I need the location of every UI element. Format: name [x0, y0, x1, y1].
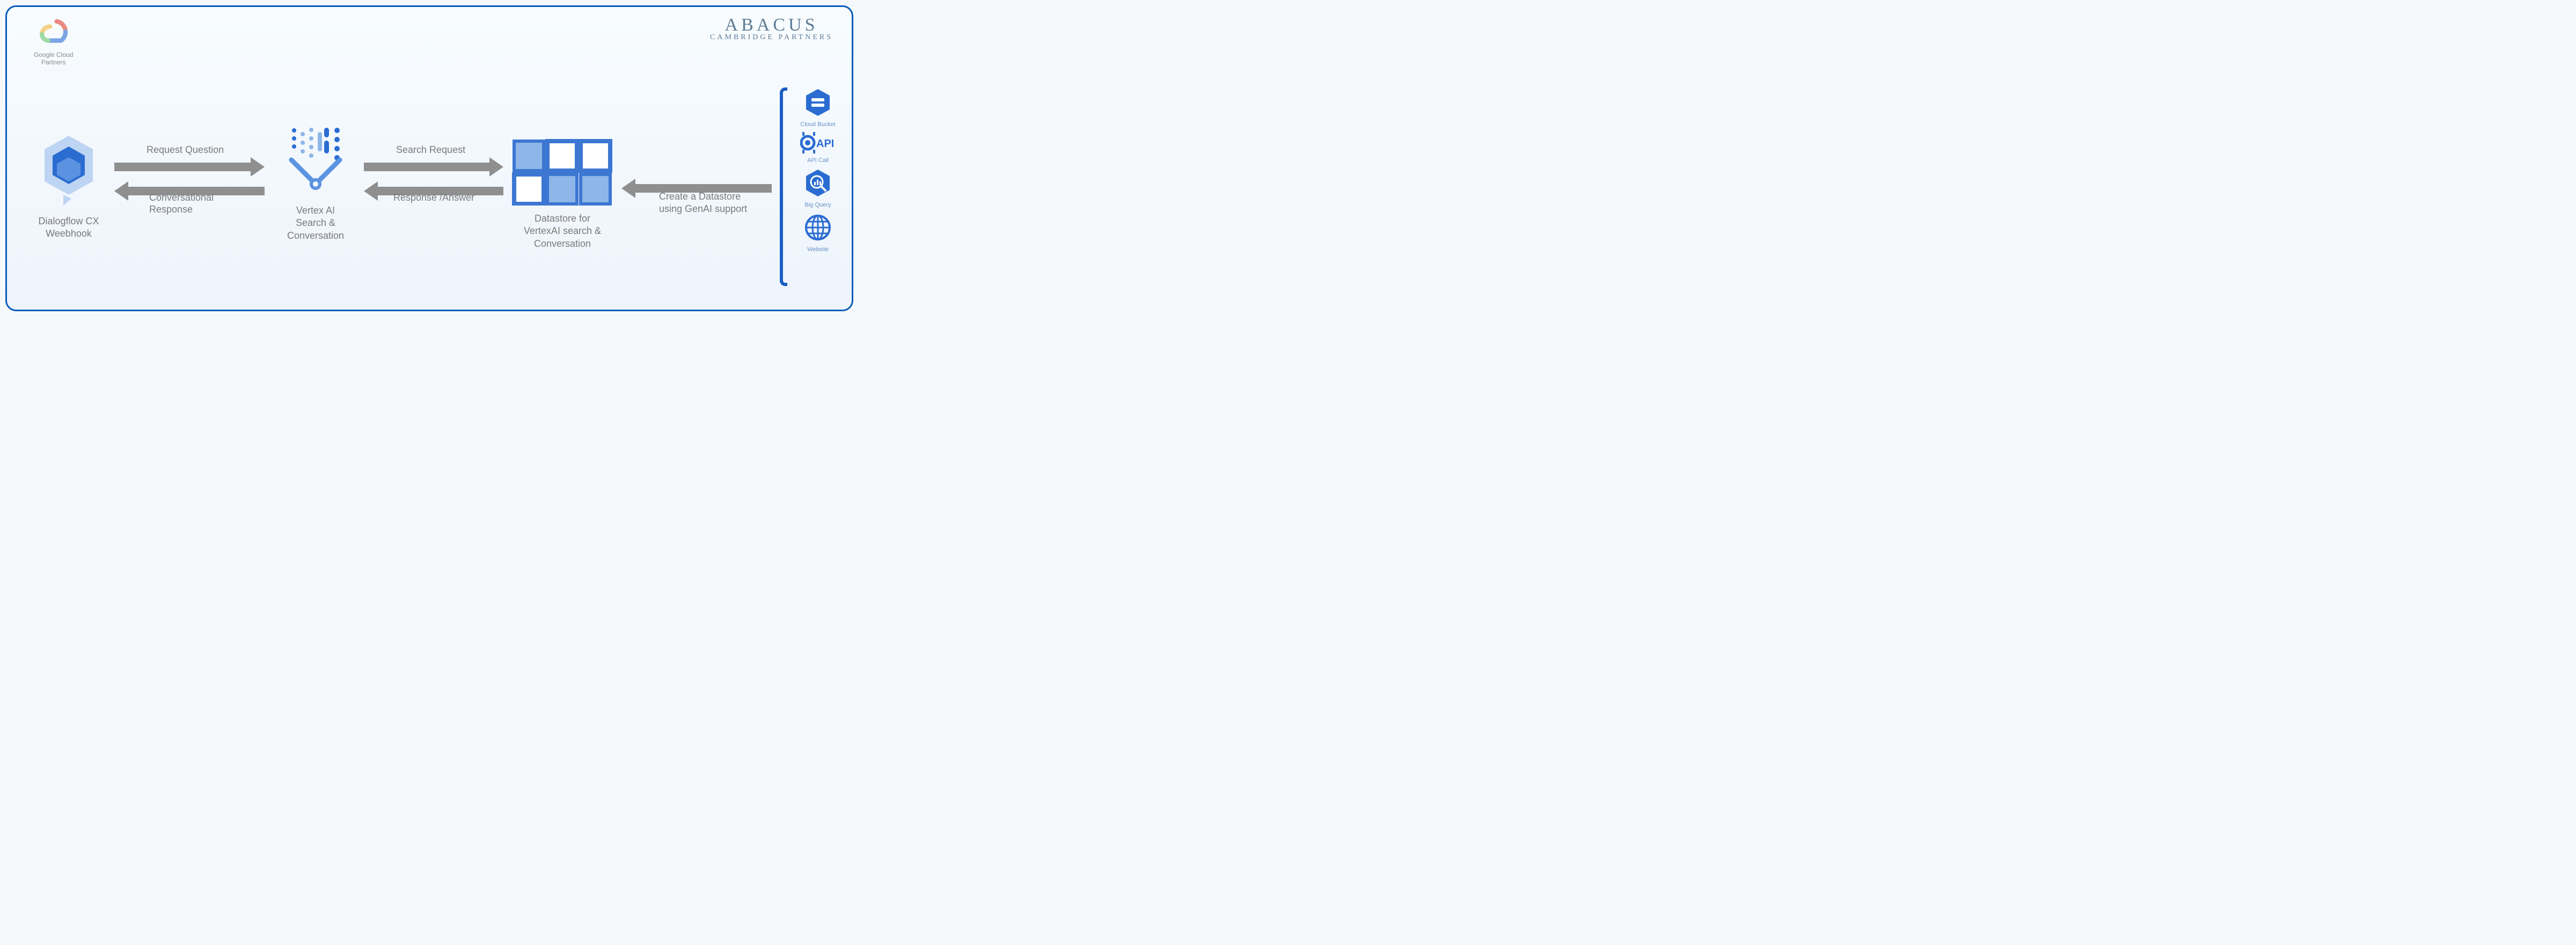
datastore-label: Datastore forVertexAI search &Conversati…	[509, 213, 616, 250]
abacus-sub-text: CAMBRIDGE PARTNERS	[710, 33, 833, 42]
cloud-bucket-label: Cloud Bucket	[800, 121, 835, 128]
vertex-ai-icon	[278, 122, 353, 197]
google-cloud-icon	[35, 18, 72, 47]
abacus-main-text: ABACUS	[710, 15, 833, 35]
source-cloud-bucket: Cloud Bucket	[800, 87, 835, 128]
node-datastore: Datastore forVertexAI search &Conversati…	[509, 138, 616, 250]
sources-bracket	[780, 87, 787, 286]
node-dialogflow: Dialogflow CXWeebhook	[26, 133, 112, 240]
sources-list: Cloud Bucket API API Call	[800, 87, 836, 253]
source-website: Website	[803, 213, 833, 253]
arrow-response-answer-label: Response /Answer	[393, 192, 474, 203]
vertex-ai-label: Vertex AISearch &Conversation	[273, 204, 358, 242]
arrow-create-datastore: Create a Datastoreusing GenAI support	[621, 179, 772, 198]
node-vertex-ai: Vertex AISearch &Conversation	[273, 122, 358, 242]
api-call-label: API Call	[800, 157, 836, 164]
abacus-logo: ABACUS CAMBRIDGE PARTNERS	[710, 15, 833, 42]
cloud-bucket-icon	[803, 87, 833, 118]
arrow-response-answer: Response /Answer	[364, 181, 503, 201]
arrow-create-datastore-label: Create a Datastoreusing GenAI support	[659, 191, 747, 216]
website-icon	[803, 213, 833, 243]
svg-text:API: API	[816, 138, 834, 150]
arrow-search-request-label: Search Request	[396, 144, 465, 156]
source-big-query: Big Query	[803, 168, 833, 208]
arrow-search-request: Search Request	[364, 157, 503, 177]
api-icon: API	[800, 132, 836, 153]
gcp-partner-label: Google CloudPartners	[34, 51, 73, 67]
website-label: Website	[803, 246, 833, 253]
arrow-request-question: Request Question	[114, 157, 265, 177]
arrow-conversational-response: ConversationalResponse	[114, 181, 265, 201]
arrow-conversational-response-label: ConversationalResponse	[149, 192, 214, 215]
arrow-request-question-label: Request Question	[147, 144, 224, 156]
source-api-call: API API Call	[800, 132, 836, 164]
architecture-diagram: Google CloudPartners ABACUS CAMBRIDGE PA…	[5, 5, 853, 311]
dialogflow-icon	[39, 133, 98, 208]
big-query-label: Big Query	[803, 202, 833, 208]
big-query-icon	[803, 168, 833, 198]
dialogflow-label: Dialogflow CXWeebhook	[26, 215, 112, 240]
datastore-icon	[511, 138, 613, 206]
gcp-partner-logo: Google CloudPartners	[34, 18, 73, 67]
